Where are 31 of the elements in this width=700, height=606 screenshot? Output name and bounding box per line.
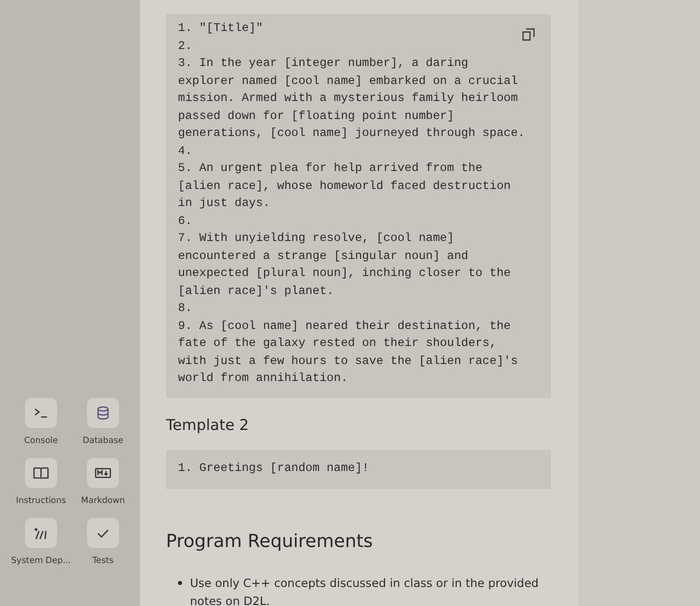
markdown-icon [95, 468, 111, 478]
code-line: 8. [178, 300, 194, 317]
tool-label: Database [82, 436, 124, 446]
tool-label: Tests [92, 556, 114, 566]
code-line: 3. In the year [integer number], a daring explorer named [cool name] embarked on a crucial mission. Armed with a mysterious family heirloom passed down for [floating point number] generations, [cool name] journeyed through space. [178, 55, 526, 142]
template-heading: Template 2 [166, 416, 250, 434]
tool-label: Markdown [81, 496, 125, 506]
code-line: 1. Greetings [random name]! [178, 460, 370, 476]
tool-label: System Dep... [11, 556, 71, 566]
book-icon [32, 466, 49, 480]
tool-button[interactable] [24, 458, 57, 488]
code-line: 7. With unyielding resolve, [cool name] encountered a strange [singular noun] and unexpected [plural noun], inching closer to the [alien race]'s planet. [178, 230, 512, 300]
copy-button[interactable] [522, 28, 535, 41]
tool-button[interactable] [87, 458, 119, 488]
code-line: 4. [178, 142, 194, 160]
check-icon [97, 528, 109, 538]
tool-label: Instructions [16, 496, 66, 506]
code-line: 6. [178, 212, 194, 230]
tool-button[interactable] [87, 398, 119, 428]
section-heading: Program Requirements [166, 531, 374, 552]
code-line: 2. [178, 38, 194, 54]
tool-label: Console [24, 436, 58, 446]
code-line: 1. "[Title]" [178, 20, 264, 37]
terminal-icon [34, 408, 48, 418]
requirement-text: Use only C++ concepts discussed in class or in the provided notes on D2L. [190, 575, 540, 606]
tools-icon [34, 526, 48, 540]
tool-button[interactable] [25, 518, 57, 548]
code-line: 9. As [cool name] neared their destination, the fate of the galaxy rested on their shoulders, with just a few hours to save the [alien race]'s world from annihilation. [178, 318, 519, 387]
code-line: 5. An urgent plea for help arrived from the [alien race], whose homeworld faced destruction in just days. [178, 160, 512, 212]
bullet-icon [178, 581, 182, 585]
database-icon [97, 406, 109, 420]
